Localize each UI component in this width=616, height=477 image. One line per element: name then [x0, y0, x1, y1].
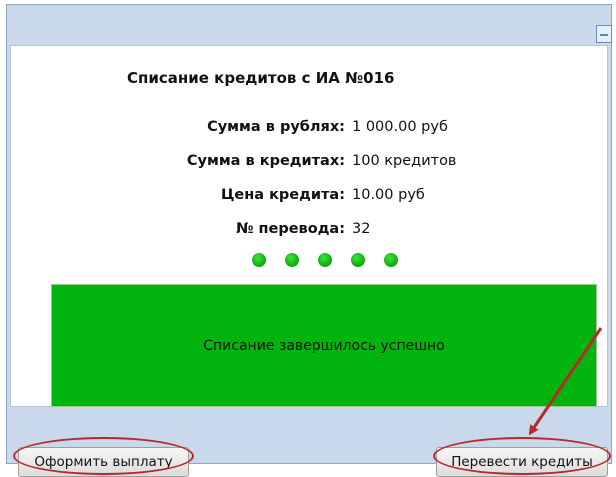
progress-dot: [252, 253, 266, 267]
progress-dot: [351, 253, 365, 267]
field-label: Сумма в рублях:: [207, 119, 345, 135]
dialog-window: Списание кредитов с ИА №016 Сумма в рубл…: [6, 4, 612, 464]
field-label: № перевода:: [236, 221, 345, 237]
progress-dot: [384, 253, 398, 267]
progress-indicator: [252, 253, 417, 269]
field-value: 10.00 руб: [352, 187, 425, 203]
status-banner: Списание завершилось успешно: [51, 284, 597, 407]
minimize-icon[interactable]: [596, 25, 612, 43]
field-rub-amount: Сумма в рублях: 1 000.00 руб: [11, 119, 609, 141]
field-credit-price: Цена кредита: 10.00 руб: [11, 187, 609, 209]
dialog-title: Списание кредитов с ИА №016: [127, 69, 395, 87]
field-value: 100 кредитов: [352, 153, 457, 169]
field-label: Сумма в кредитах:: [186, 153, 345, 169]
field-value: 1 000.00 руб: [352, 119, 448, 135]
field-credit-amount: Сумма в кредитах: 100 кредитов: [11, 153, 609, 175]
make-payout-button[interactable]: Оформить выплату: [18, 447, 189, 477]
field-transfer-number: № перевода: 32: [11, 221, 609, 243]
field-value: 32: [352, 221, 371, 237]
progress-dot: [285, 253, 299, 267]
progress-dot: [318, 253, 332, 267]
dialog-content: Списание кредитов с ИА №016 Сумма в рубл…: [10, 45, 608, 407]
dialog-titlebar: [7, 5, 612, 45]
transfer-credits-button[interactable]: Перевести кредиты: [436, 447, 608, 477]
status-message: Списание завершилось успешно: [203, 337, 445, 354]
field-label: Цена кредита:: [220, 187, 345, 203]
